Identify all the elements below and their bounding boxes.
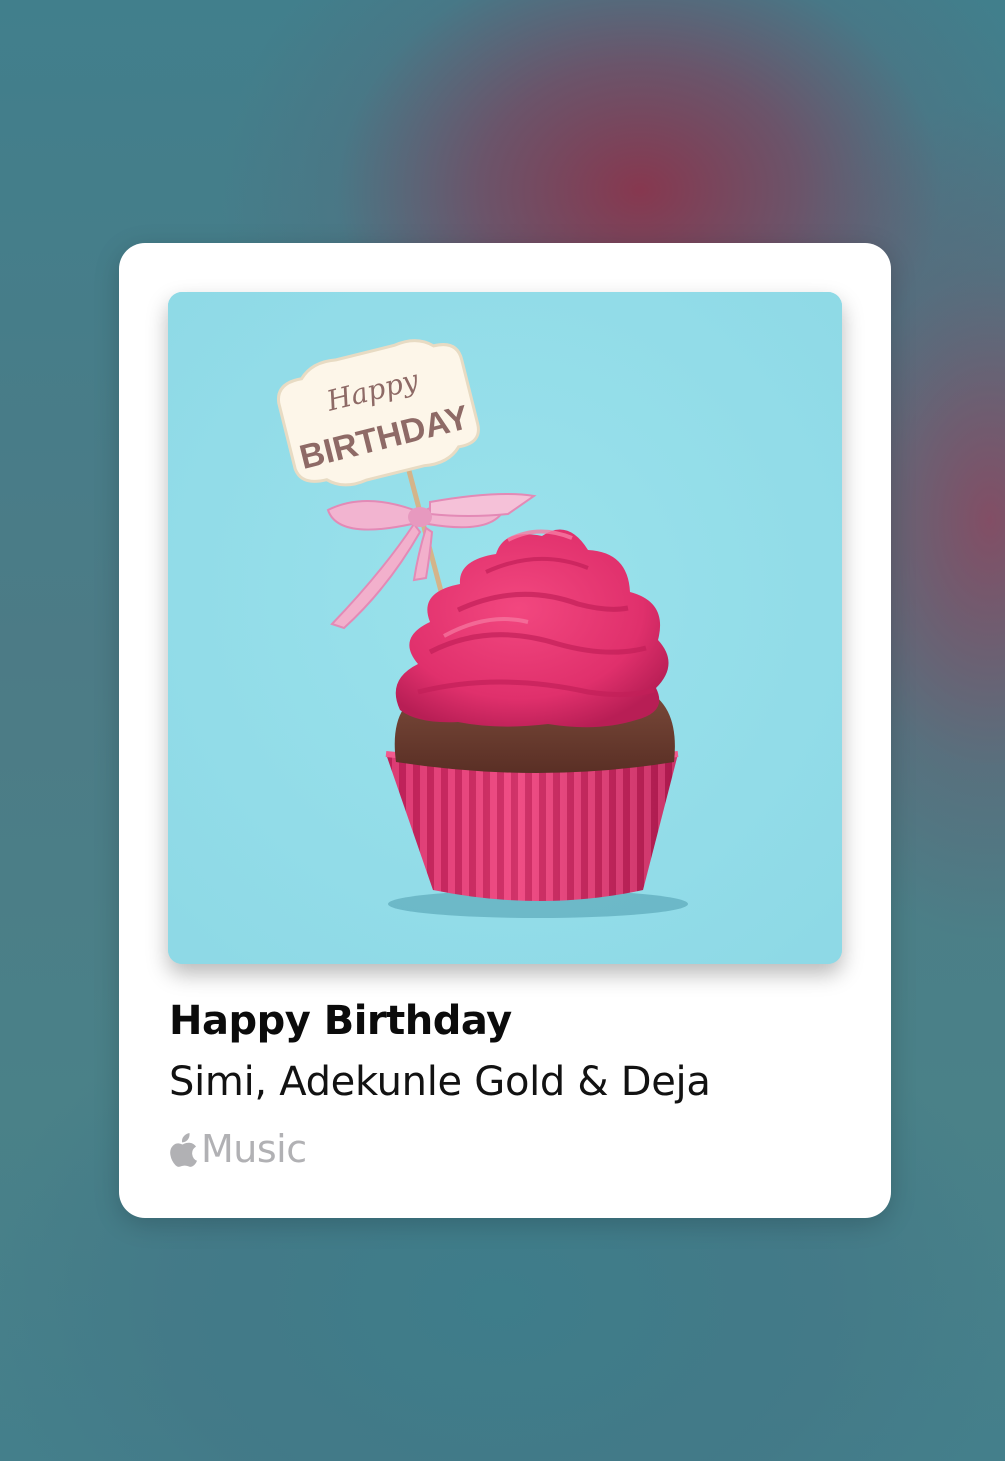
apple-logo-icon — [170, 1133, 197, 1167]
song-title: Happy Birthday — [169, 998, 512, 1044]
cupcake-artwork-image: Happy BIRTHDAY — [168, 292, 842, 964]
album-artwork[interactable]: Happy BIRTHDAY — [168, 292, 842, 964]
apple-music-badge[interactable]: Music — [169, 1127, 307, 1171]
song-share-card[interactable]: Happy BIRTHDAY Happy Birthday Simi, Adek… — [119, 243, 891, 1218]
song-artist: Simi, Adekunle Gold & Deja — [169, 1059, 711, 1105]
service-label: Music — [201, 1127, 307, 1171]
